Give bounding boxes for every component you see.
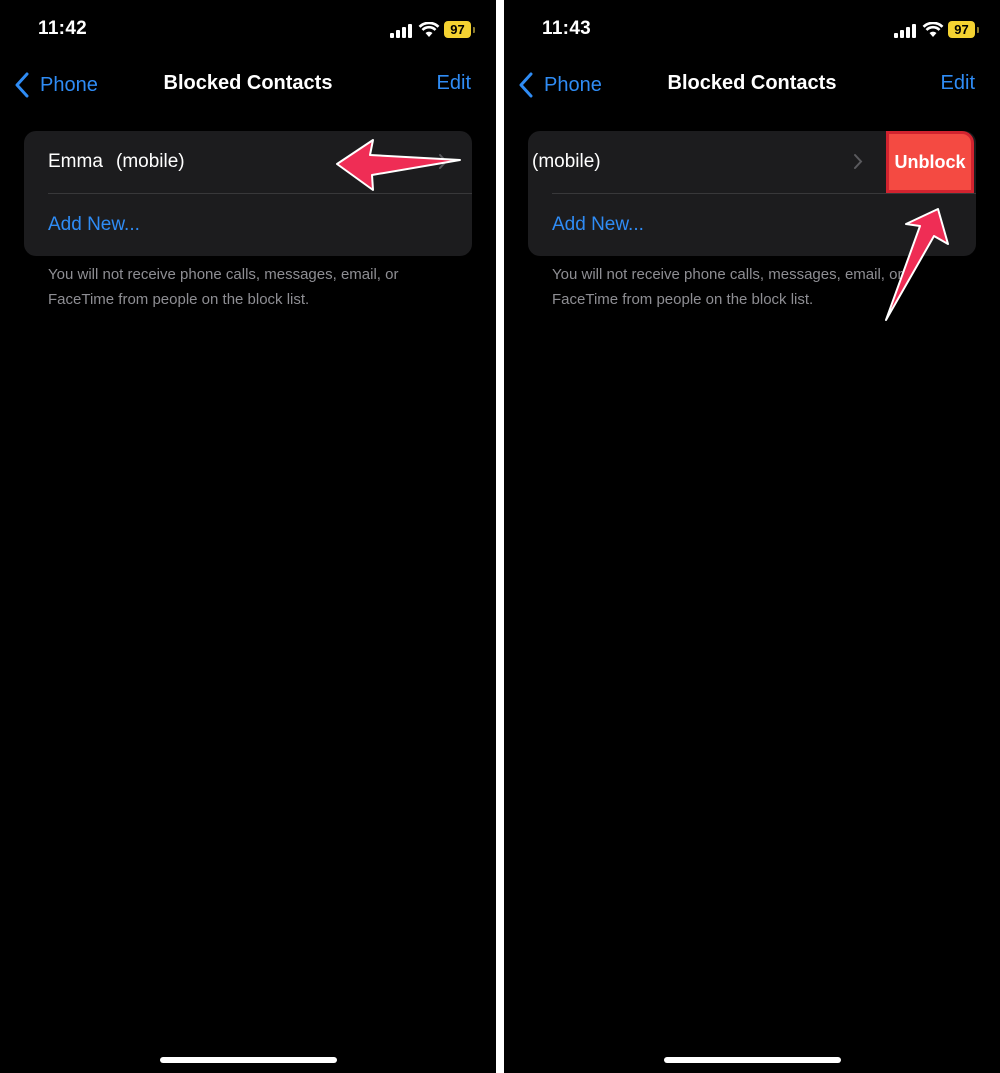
- contact-name: Emma: [48, 151, 103, 172]
- block-list-note: You will not receive phone calls, messag…: [48, 266, 399, 308]
- cellular-signal-icon: [894, 22, 916, 38]
- blocked-list: Emma (mobile) Add New...: [24, 131, 472, 256]
- add-new-button[interactable]: Add New...: [48, 214, 140, 236]
- status-icons: 97: [894, 20, 984, 42]
- cellular-signal-icon: [390, 22, 412, 38]
- chevron-right-icon: [854, 154, 863, 169]
- screen-before-swipe: 11:42 97 Phone Blocked Contacts Edit Emm…: [0, 0, 496, 1073]
- home-indicator: [664, 1057, 841, 1063]
- wifi-icon: [418, 22, 440, 37]
- battery-nub: [977, 27, 979, 33]
- status-time: 11:42: [38, 18, 88, 39]
- page-title: Blocked Contacts: [163, 72, 333, 94]
- contact-type: (mobile): [532, 151, 601, 172]
- add-new-row[interactable]: Add New...: [528, 194, 976, 256]
- contact-type: (mobile): [116, 151, 185, 172]
- battery-nub: [473, 27, 475, 33]
- unblock-button[interactable]: Unblock: [886, 131, 974, 193]
- battery-icon: 97: [444, 21, 471, 38]
- page-title: Blocked Contacts: [667, 72, 837, 94]
- status-icons: 97: [390, 20, 480, 42]
- home-indicator: [160, 1057, 337, 1063]
- edit-button[interactable]: Edit: [941, 72, 975, 95]
- battery-icon: 97: [948, 21, 975, 38]
- status-time: 11:43: [542, 18, 592, 39]
- blocked-contact-row[interactable]: Emma (mobile): [24, 131, 472, 193]
- block-list-note: You will not receive phone calls, messag…: [552, 266, 903, 308]
- chevron-right-icon: [439, 154, 448, 169]
- add-new-button[interactable]: Add New...: [552, 214, 644, 236]
- add-new-row[interactable]: Add New...: [24, 194, 472, 256]
- edit-button[interactable]: Edit: [437, 72, 471, 95]
- wifi-icon: [922, 22, 944, 37]
